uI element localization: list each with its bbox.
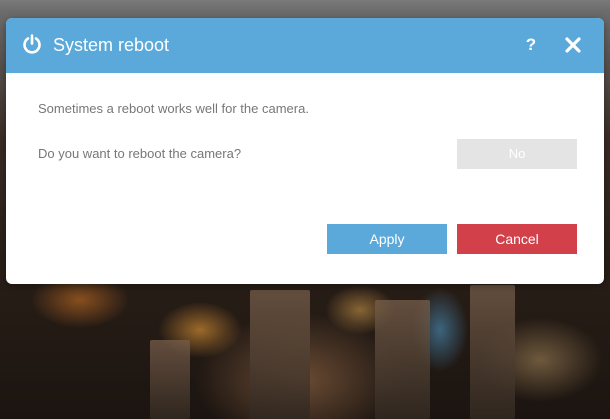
dialog-titlebar: System reboot ?: [6, 18, 604, 73]
system-reboot-dialog: System reboot ? Sometimes a reboot works…: [6, 18, 604, 284]
close-icon[interactable]: [563, 35, 583, 55]
building: [470, 285, 515, 419]
cancel-button[interactable]: Cancel: [457, 224, 577, 254]
dialog-title: System reboot: [53, 35, 170, 55]
reboot-toggle-button[interactable]: No: [457, 139, 577, 169]
info-message: Sometimes a reboot works well for the ca…: [38, 101, 309, 116]
building: [375, 300, 430, 419]
power-icon: [22, 34, 42, 54]
apply-button[interactable]: Apply: [327, 224, 447, 254]
help-icon[interactable]: ?: [521, 34, 541, 56]
building: [150, 340, 190, 419]
reboot-question: Do you want to reboot the camera?: [38, 146, 242, 161]
building: [250, 290, 310, 419]
